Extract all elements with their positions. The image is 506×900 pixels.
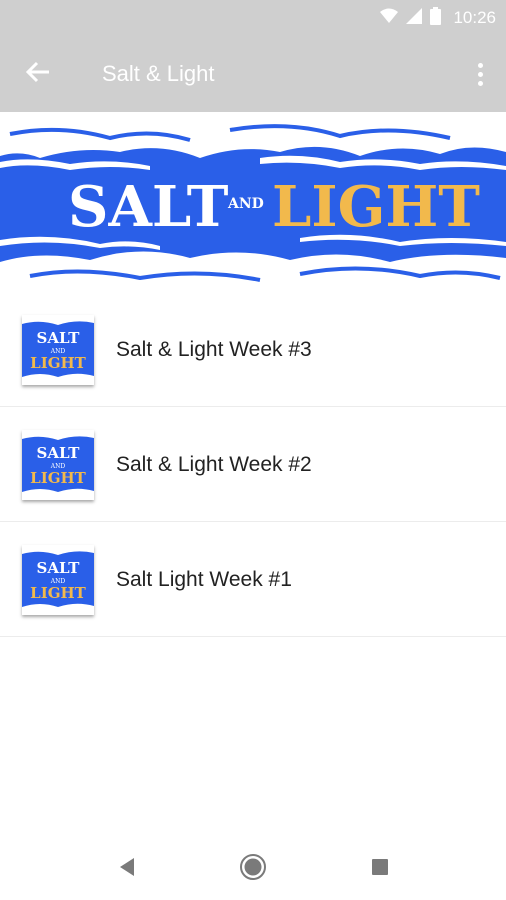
list-item[interactable]: SALT AND LIGHT Salt & Light Week #2 (0, 407, 506, 522)
status-icons: 10:26 (380, 0, 496, 36)
app-bar: Salt & Light (0, 36, 506, 112)
triangle-back-icon (118, 857, 136, 882)
episode-title: Salt & Light Week #3 (116, 338, 312, 361)
list-item[interactable]: SALT AND LIGHT Salt Light Week #1 (0, 522, 506, 637)
nav-back-button[interactable] (110, 852, 144, 886)
episode-list: SALT AND LIGHT Salt & Light Week #3 SALT… (0, 292, 506, 637)
series-banner: SALT AND LIGHT (0, 112, 506, 292)
thumb-word-light: LIGHT (30, 584, 87, 602)
back-button[interactable] (20, 56, 56, 92)
thumb-word-salt: SALT (37, 559, 81, 577)
page-title: Salt & Light (102, 61, 215, 86)
banner-word-salt: SALT (68, 174, 229, 240)
signal-icon (406, 7, 423, 29)
episode-thumbnail: SALT AND LIGHT (22, 430, 94, 500)
episode-title: Salt & Light Week #2 (116, 453, 312, 476)
more-vert-icon (477, 62, 483, 86)
square-recents-icon (371, 858, 389, 881)
overflow-menu-button[interactable] (468, 58, 492, 90)
banner-word-and: AND (227, 196, 264, 212)
thumb-word-salt: SALT (37, 444, 81, 462)
nav-home-button[interactable] (236, 852, 270, 886)
banner-artwork: SALT AND LIGHT (0, 112, 506, 292)
thumb-word-light: LIGHT (30, 354, 87, 372)
thumb-word-salt: SALT (37, 329, 81, 347)
list-item[interactable]: SALT AND LIGHT Salt & Light Week #3 (0, 292, 506, 407)
back-arrow-icon (25, 61, 51, 88)
circle-home-icon (239, 853, 267, 886)
battery-icon (430, 6, 442, 30)
banner-word-light: LIGHT (272, 174, 480, 240)
thumb-word-light: LIGHT (30, 469, 87, 487)
episode-thumbnail: SALT AND LIGHT (22, 545, 94, 615)
nav-recents-button[interactable] (363, 852, 397, 886)
episode-title: Salt Light Week #1 (116, 568, 292, 591)
status-time: 10:26 (453, 8, 496, 27)
system-nav-bar (0, 834, 506, 900)
status-bar: 10:26 (0, 0, 506, 36)
wifi-icon (380, 8, 399, 29)
episode-thumbnail: SALT AND LIGHT (22, 315, 94, 385)
